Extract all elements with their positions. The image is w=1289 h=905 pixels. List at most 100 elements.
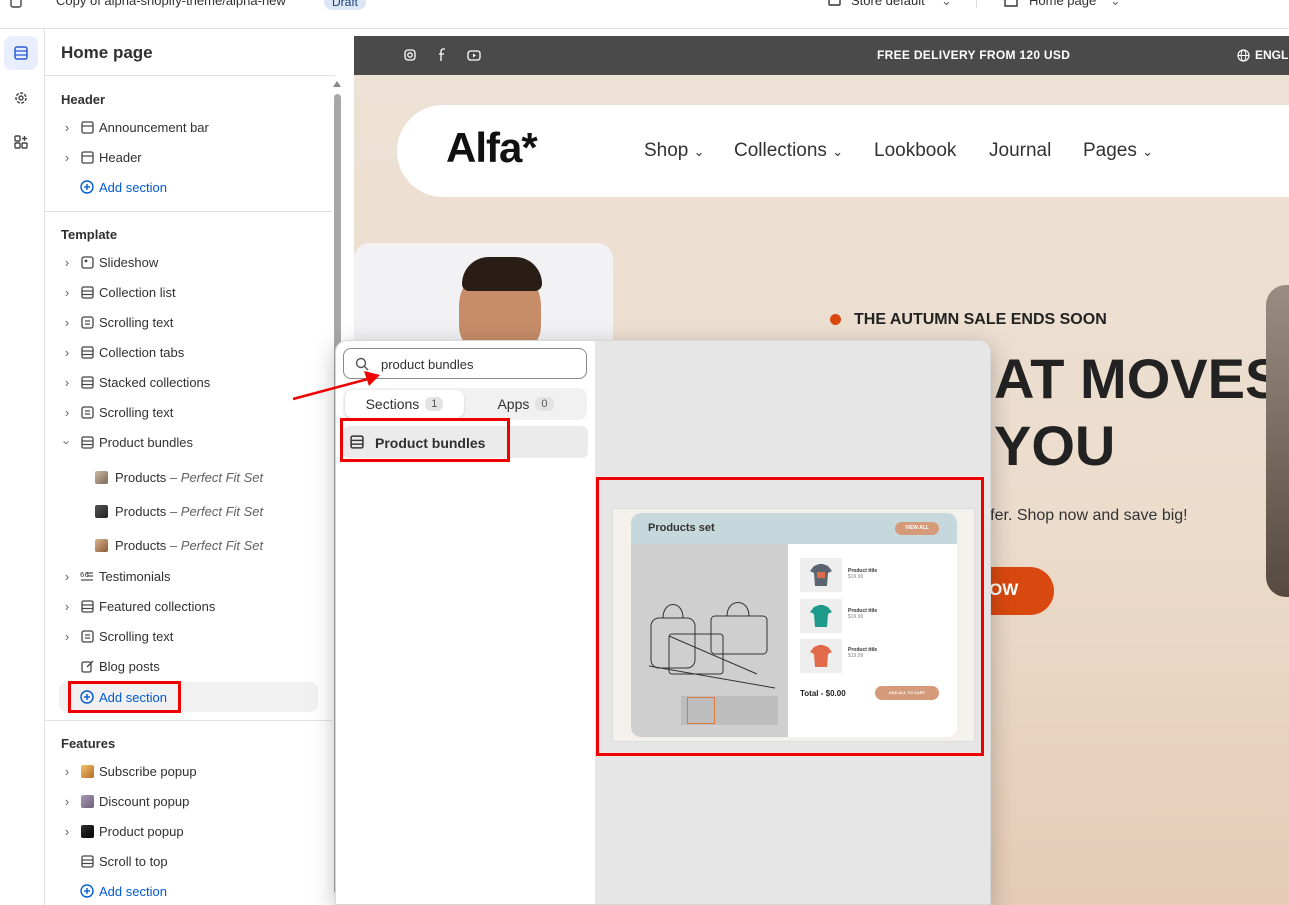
add-section-features-button[interactable]: Add section [77,877,167,905]
facebook-icon[interactable] [437,48,446,62]
chevron-right-icon[interactable]: › [57,375,77,390]
model-hair [462,257,542,291]
sidebar-item-collection-list[interactable]: › Collection list [57,278,176,306]
block-detail: – Perfect Fit Set [169,469,264,485]
block-item-products[interactable]: Products – Perfect Fit Set [95,463,263,491]
page-selector[interactable]: Home page [1029,0,1096,8]
section-icon [77,285,97,299]
sections-rail-button[interactable] [4,36,38,70]
sidebar-item-label: Header [99,149,142,165]
chevron-right-icon[interactable]: › [57,824,77,839]
globe-icon[interactable] [1237,49,1250,62]
chevron-right-icon[interactable]: › [57,599,77,614]
sidebar-item-discount-popup[interactable]: › Discount popup [57,787,190,815]
block-detail: – Perfect Fit Set [169,537,264,553]
sidebar-item-scroll-to-top[interactable]: Scroll to top [77,847,168,875]
product-thumbnail [95,470,108,484]
block-item-products[interactable]: Products – Perfect Fit Set [95,531,263,559]
announcement-text: FREE DELIVERY FROM 120 USD [877,48,1071,62]
sidebar-item-slideshow[interactable]: › Slideshow [57,248,158,276]
chevron-down-icon[interactable]: ⌄ [941,0,952,9]
scroll-up-arrow-icon[interactable] [333,81,341,87]
chevron-right-icon[interactable]: › [57,405,77,420]
chevron-down-icon[interactable]: ⌄ [1110,0,1121,9]
chevron-right-icon[interactable]: › [57,794,77,809]
add-section-header-button[interactable]: Add section [77,173,167,201]
store-logo[interactable]: Alfa* [446,124,538,172]
chevron-down-icon: ⌄ [832,144,844,159]
group-heading-header: Header [61,92,106,107]
topbar-divider [976,0,977,8]
home-icon [1004,0,1018,7]
nav-shop[interactable]: Shop ⌄ [644,140,705,162]
annotation-box-add-section [68,681,181,713]
svg-text:66: 66 [80,571,89,579]
text-icon [77,629,97,643]
chevron-right-icon[interactable]: › [57,629,77,644]
youtube-icon[interactable] [467,50,481,61]
nav-collections[interactable]: Collections ⌄ [734,140,843,162]
block-detail: – Perfect Fit Set [169,503,264,519]
section-icon [77,345,97,359]
sidebar-item-label: Scrolling text [99,314,174,330]
section-icon [77,120,97,134]
theme-settings-rail-button[interactable] [4,81,38,115]
sidebar-item-label: Scrolling text [99,628,174,644]
popup-thumbnail [77,794,97,808]
edit-note-icon [77,660,97,673]
instagram-icon[interactable] [404,49,416,61]
chevron-right-icon[interactable]: › [57,569,77,584]
group-heading-features: Features [61,736,116,751]
group-heading-template: Template [61,227,118,242]
sidebar-item-label: Scroll to top [99,853,168,869]
sidebar-item-product-popup[interactable]: › Product popup [57,817,184,845]
chevron-right-icon[interactable]: › [57,315,77,330]
nav-journal[interactable]: Journal [989,140,1051,162]
exit-icon[interactable] [8,0,24,10]
apps-rail-button[interactable] [4,125,38,159]
nav-pages[interactable]: Pages ⌄ [1083,140,1153,162]
nav-label: Pages [1083,140,1137,161]
sidebar-item-scrolling-text-2[interactable]: › Scrolling text [57,398,174,426]
sidebar-item-collection-tabs[interactable]: › Collection tabs [57,338,184,366]
sidebar-item-product-bundles[interactable]: › Product bundles [57,428,193,456]
sidebar-item-scrolling-text-3[interactable]: › Scrolling text [57,622,174,650]
chevron-right-icon[interactable]: › [57,255,77,270]
chevron-right-icon[interactable]: › [57,285,77,300]
nav-lookbook[interactable]: Lookbook [874,140,956,162]
chevron-right-icon[interactable]: › [57,345,77,360]
sidebar-item-featured-collections[interactable]: › Featured collections [57,592,216,620]
language-selector[interactable]: ENGL [1255,48,1288,62]
sidebar-item-blog-posts[interactable]: Blog posts [77,652,160,680]
section-icon [77,435,97,449]
sidebar-item-label: Collection tabs [99,344,185,360]
chevron-right-icon[interactable]: › [57,150,77,165]
chevron-right-icon[interactable]: › [57,120,77,135]
sidebar-item-announcement-bar[interactable]: › Announcement bar [57,113,209,141]
divider [45,720,332,721]
annotation-box-preview [596,477,984,756]
sidebar-item-scrolling-text[interactable]: › Scrolling text [57,308,174,336]
section-icon [77,599,97,613]
sidebar-item-header[interactable]: › Header [57,143,142,171]
annotation-box-result [340,418,510,462]
sidebar-item-label: Discount popup [99,793,190,809]
chevron-right-icon[interactable]: › [57,764,77,779]
chevron-down-icon: ⌄ [693,144,705,159]
tab-apps[interactable]: Apps 0 [466,390,585,418]
block-item-products[interactable]: Products – Perfect Fit Set [95,497,263,525]
store-selector[interactable]: Store default [851,0,925,8]
sections-icon [13,45,29,61]
sidebar-item-stacked-collections[interactable]: › Stacked collections [57,368,210,396]
block-label: Products [115,537,167,553]
chevron-down-icon[interactable]: › [60,432,75,452]
more-actions-button[interactable]: ··· [398,0,414,9]
search-value: product bundles [381,357,474,372]
quote-list-icon: 66 [77,570,97,583]
tab-count-badge: 0 [535,397,554,411]
sidebar-item-subscribe-popup[interactable]: › Subscribe popup [57,757,197,785]
tab-label: Apps [497,396,530,412]
sidebar-item-testimonials[interactable]: › 66 Testimonials [57,562,171,590]
sidebar-item-label: Scrolling text [99,404,174,420]
sidebar-item-label: Product bundles [99,434,193,450]
